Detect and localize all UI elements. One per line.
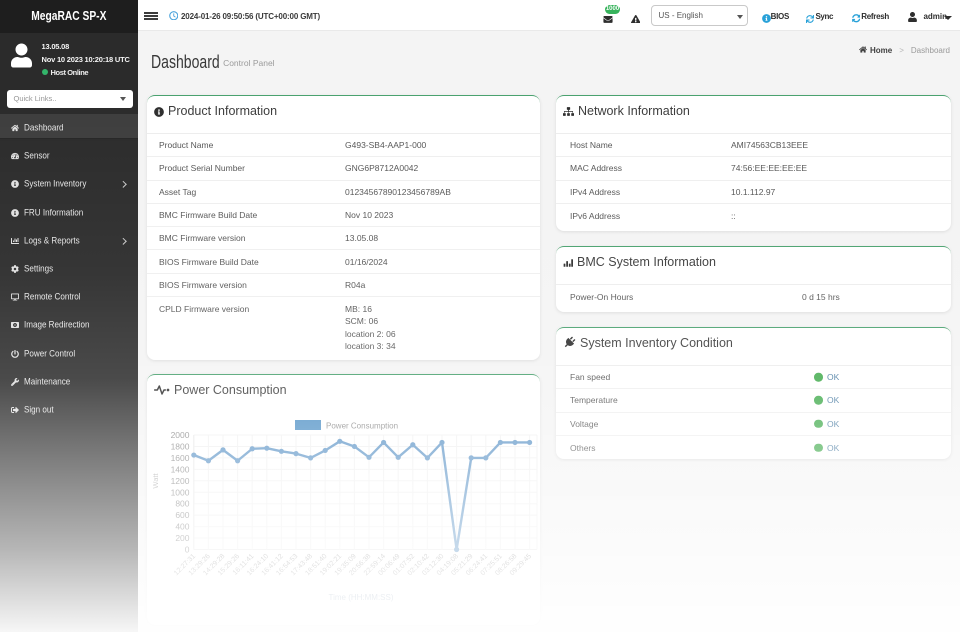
svg-text:1400: 1400 — [171, 464, 190, 474]
svg-text:200: 200 — [175, 533, 189, 543]
svg-text:600: 600 — [175, 510, 189, 520]
svg-text:1000: 1000 — [171, 487, 190, 497]
svg-text:1200: 1200 — [171, 476, 190, 486]
svg-text:Power Consumption: Power Consumption — [326, 422, 398, 431]
svg-text:2000: 2000 — [171, 430, 190, 440]
svg-text:1800: 1800 — [171, 441, 190, 451]
svg-text:0: 0 — [185, 545, 190, 555]
svg-text:1600: 1600 — [171, 453, 190, 463]
svg-text:Time (HH:MM:SS): Time (HH:MM:SS) — [328, 593, 393, 602]
svg-text:800: 800 — [175, 499, 189, 509]
svg-text:Watt: Watt — [151, 473, 160, 489]
svg-text:400: 400 — [175, 522, 189, 532]
